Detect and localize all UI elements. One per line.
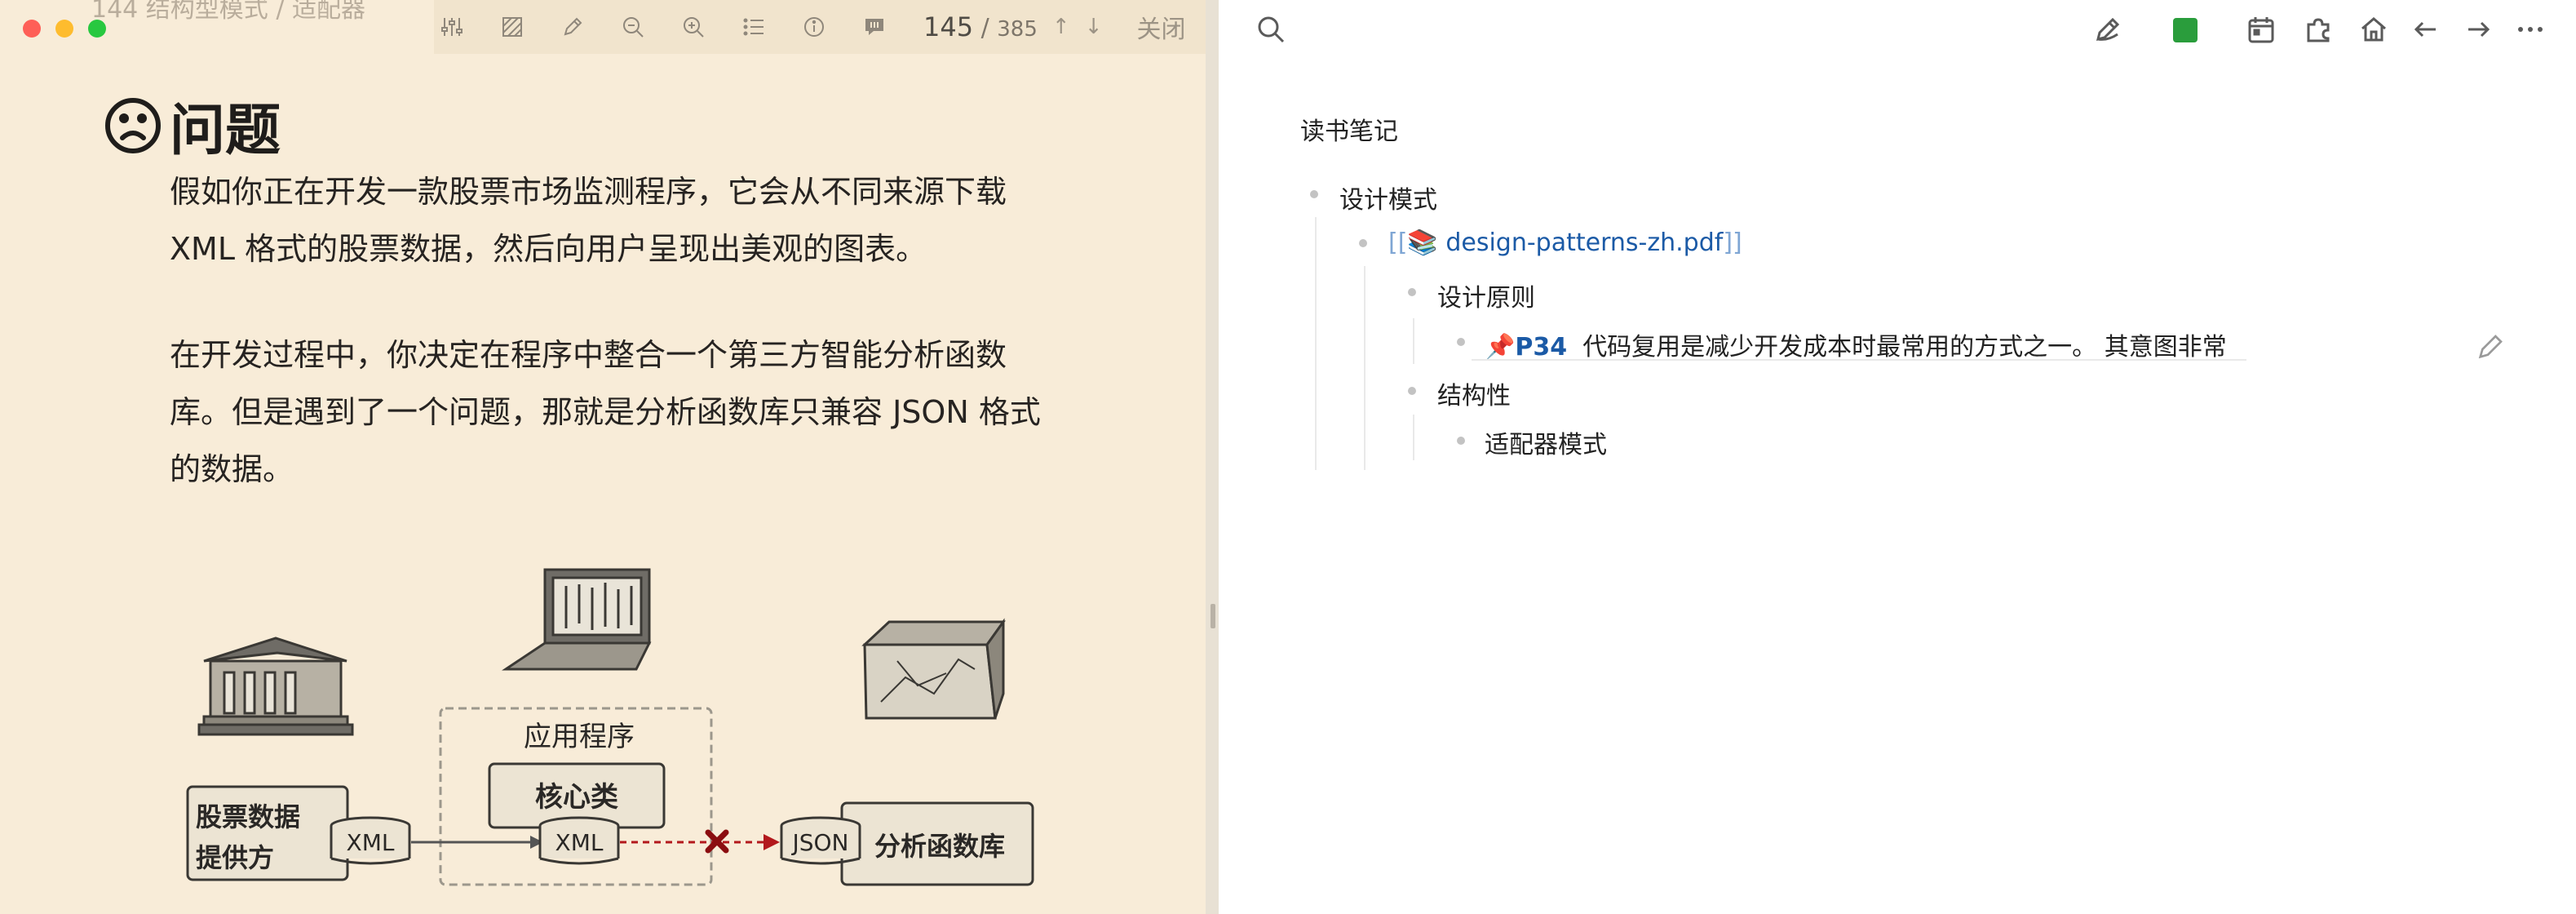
list-item[interactable]: 设计原则 [1437,277,1535,313]
library-label: 分析函数库 [874,831,1005,862]
edit-pencil-icon[interactable] [2475,330,2503,359]
zoom-in-icon[interactable] [675,9,711,45]
section-title: 问题 [170,99,281,163]
list-item[interactable]: 适配器模式 [1485,424,1607,460]
analytics-cube-icon [861,618,1006,720]
highlight-note[interactable]: 📌P34 代码复用是减少开发成本时最常用的方式之一。 其意图非常 [1485,326,2227,362]
note-text: 代码复用是减少开发成本时最常用的方式之一。 其意图非常 [1582,333,2227,362]
pencil-icon[interactable] [555,9,591,45]
next-page-button[interactable]: ↓ [1085,15,1103,39]
current-page-number[interactable]: 145 [923,11,973,42]
pdf-reader-pane: 144 结构型模式 / 适配器 145 / 385 ↑ ↓ 关闭 问题 假如你正… [0,0,1206,914]
link-text[interactable]: design-patterns-zh.pdf [1445,228,1723,257]
pdf-link[interactable]: [[📚 design-patterns-zh.pdf]] [1388,228,1742,257]
annotation-icon[interactable] [856,9,892,45]
provider-label-1: 股票数据 [196,801,300,832]
page-ref-link[interactable]: P34 [1515,333,1567,362]
total-page-count: 385 [997,17,1038,42]
pin-icon: 📌 [1485,333,1516,362]
arrow-left-icon[interactable] [2410,13,2442,46]
page-title: 读书笔记 [1300,118,1398,146]
arrow-right-icon[interactable] [2462,13,2494,46]
green-square-icon[interactable] [2168,13,2201,46]
bullet-dot[interactable] [1359,239,1367,247]
adjust-settings-icon[interactable] [434,9,470,45]
app-box-label: 应用程序 [524,721,635,753]
adapter-problem-diagram: 应用程序 核心类 股票数据 提供方 XML XML 分析函数库 JSON [186,568,1034,886]
area-select-icon[interactable] [494,9,530,45]
window-close-button[interactable] [23,20,41,38]
zoom-out-icon[interactable] [615,9,651,45]
frown-face-icon [105,97,161,153]
list-item[interactable]: 设计模式 [1339,180,1437,215]
window-minimize-button[interactable] [55,20,73,38]
pane-divider[interactable] [1206,0,1219,914]
highlight-underline [1472,359,2246,361]
indent-guide [1364,266,1365,470]
calendar-icon[interactable] [2245,13,2277,46]
section-heading: 问题 [103,85,281,166]
provider-label-2: 提供方 [196,842,274,873]
home-icon[interactable] [2357,13,2390,46]
link-bracket: ]] [1723,228,1742,257]
core-class-label: 核心类 [535,781,618,814]
page-separator: / [973,14,998,42]
page-counter: 145 / 385 [923,11,1038,42]
close-button[interactable]: 关闭 [1137,9,1186,45]
laptop-chart-icon [502,568,652,671]
xml-label: XML [555,829,604,856]
window-zoom-button[interactable] [88,20,106,38]
puzzle-icon[interactable] [2302,13,2335,46]
previous-page-header: 144 结构型模式 / 适配器 [91,0,365,24]
bullet-dot[interactable] [1457,437,1465,445]
bullet-dot[interactable] [1408,387,1416,395]
xml-cylinder: XML [538,816,620,865]
pen-tool-icon[interactable] [2091,13,2124,46]
bullet-dot[interactable] [1408,288,1416,296]
bullet-dot[interactable] [1457,338,1465,346]
resize-handle[interactable] [1211,604,1215,628]
list-item[interactable]: 结构性 [1437,375,1511,411]
indent-guide [1413,415,1414,460]
body-paragraph: 在开发过程中，你决定在程序中整合一个第三方智能分析函数库。但是遇到了一个问题，那… [170,337,1041,487]
outline-list-icon[interactable] [736,9,772,45]
previous-page-button[interactable]: ↑ [1052,15,1070,39]
json-label: JSON [790,829,848,856]
body-paragraph: 假如你正在开发一款股票市场监测程序，它会从不同来源下载 XML 格式的股票数据，… [170,174,1007,267]
xml-label: XML [347,829,395,856]
xml-cylinder: XML [330,816,411,865]
info-icon[interactable] [796,9,832,45]
link-bracket: [[ [1388,228,1408,257]
notes-pane: 读书笔记 设计模式 [[📚 design-patterns-zh.pdf]] 设… [1219,0,2576,914]
books-icon: 📚 [1407,228,1438,257]
more-icon[interactable] [2514,13,2547,46]
pdf-toolbar: 145 / 385 ↑ ↓ 关闭 [434,0,1206,54]
json-cylinder: JSON [780,816,861,865]
search-icon[interactable] [1255,13,1287,46]
bullet-dot[interactable] [1310,190,1318,198]
indent-guide [1315,217,1317,470]
bank-building-icon [197,637,354,736]
indent-guide [1413,318,1414,364]
